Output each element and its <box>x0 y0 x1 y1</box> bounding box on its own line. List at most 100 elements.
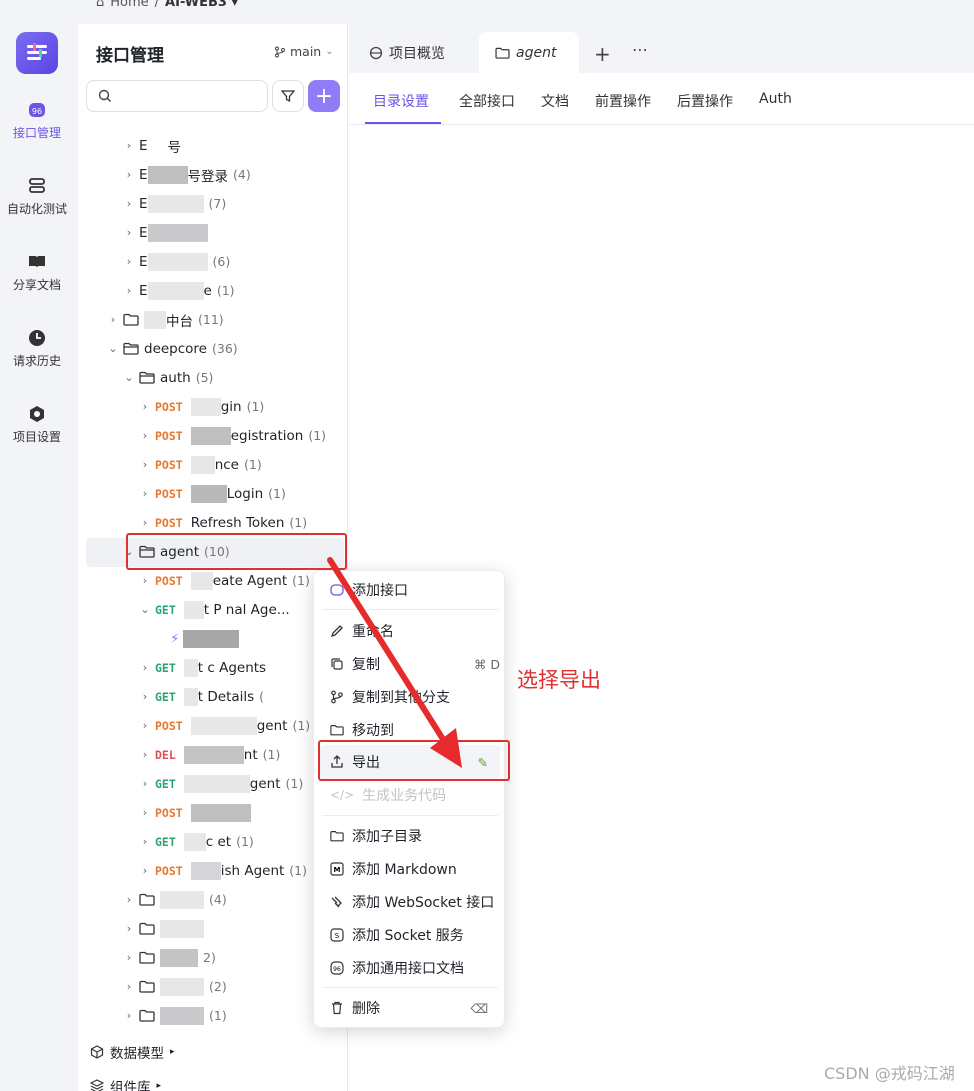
folder-name-tail: 号登录 <box>187 168 229 185</box>
rail-item-api[interactable]: 96 接口管理 <box>0 100 74 141</box>
subtab-all-apis[interactable]: 全部接口 <box>459 91 515 111</box>
endpoint-count: (1) <box>308 428 327 443</box>
method-badge: GET <box>155 602 176 617</box>
tree-folder-auth[interactable]: ⌄ auth (5) <box>122 363 213 392</box>
tree-folder[interactable]: › E (6) <box>122 247 230 276</box>
settings-icon <box>30 406 44 422</box>
endpoint-row[interactable]: › GET t Details ( <box>138 682 264 711</box>
redaction <box>160 1006 204 1025</box>
more-icon[interactable]: ⋯ <box>632 40 649 59</box>
endpoint-row[interactable]: › POST ish Agent (1) <box>138 856 307 885</box>
menu-add-websocket[interactable]: 添加 WebSocket 接口 <box>330 887 500 917</box>
folder-name-tail: 号 <box>167 139 182 156</box>
tree-folder[interactable]: › 2) <box>122 943 216 972</box>
breadcrumb: ⌂ Home / AI-WEB3 ▾ <box>96 0 238 10</box>
menu-rename[interactable]: 重命名 <box>330 616 500 646</box>
home-icon[interactable]: ⌂ <box>96 0 104 10</box>
menu-add-doc[interactable]: 96 添加通用接口文档 <box>330 953 500 983</box>
rail-item-automation[interactable]: 自动化测试 <box>0 176 74 217</box>
rail-item-settings[interactable]: 项目设置 <box>0 404 74 445</box>
api-icon <box>330 584 344 596</box>
redaction <box>190 484 227 503</box>
add-button[interactable]: + <box>308 80 340 112</box>
folder-count: (11) <box>198 312 224 327</box>
tree-folder-deepcore[interactable]: ⌄ deepcore (36) <box>106 334 237 363</box>
app-logo[interactable] <box>16 32 58 74</box>
caret-right-icon: ▸ <box>170 1047 175 1057</box>
redaction <box>147 223 208 242</box>
menu-generate-code[interactable]: </> 生成业务代码 <box>330 780 500 810</box>
endpoint-row[interactable]: › DEL nt (1) <box>138 740 280 769</box>
endpoint-row[interactable]: › GET c et (1) <box>138 827 254 856</box>
endpoint-row[interactable]: › POST gent (1) <box>138 711 310 740</box>
menu-label: 重命名 <box>352 624 394 640</box>
tree-folder[interactable]: › E e (1) <box>122 276 235 305</box>
chevron-right-icon: › <box>126 980 132 993</box>
tree-folder[interactable]: › (4) <box>122 885 227 914</box>
menu-add-subdir[interactable]: 添加子目录 <box>330 821 500 851</box>
breadcrumb-project[interactable]: AI-WEB3 ▾ <box>165 0 238 10</box>
subtab-directory-settings[interactable]: 目录设置 <box>373 91 429 111</box>
endpoint-row[interactable]: › POST <box>138 798 251 827</box>
tree-folder[interactable]: › 中台 (11) <box>106 305 224 334</box>
redaction <box>160 919 204 938</box>
endpoint-name: Refresh Token <box>190 514 285 531</box>
annotation-box-export <box>318 740 510 781</box>
endpoint-name: t P nal Age... <box>203 601 290 618</box>
redaction <box>183 745 244 764</box>
menu-add-api[interactable]: 添加接口 <box>330 575 500 605</box>
endpoint-row[interactable]: › POST Login (1) <box>138 479 286 508</box>
menu-divider <box>322 609 498 610</box>
branch-selector[interactable]: main ⌄ <box>274 44 334 59</box>
endpoint-row[interactable]: › POST nce (1) <box>138 450 262 479</box>
endpoint-row[interactable]: › POST gin (1) <box>138 392 264 421</box>
tree-folder[interactable]: › <box>122 914 209 943</box>
tree-folder[interactable]: › (2) <box>122 972 227 1001</box>
endpoint-count: (1) <box>246 399 265 414</box>
endpoint-row[interactable]: › GET gent (1) <box>138 769 303 798</box>
subtab-auth[interactable]: Auth <box>759 91 792 107</box>
tree-folder[interactable]: › E 号 <box>122 131 181 160</box>
folder-count: (4) <box>233 167 251 182</box>
tree-folder[interactable]: › E 号登录 (4) <box>122 160 251 189</box>
components-item[interactable]: 组件库 ▸ <box>90 1076 161 1091</box>
logo-icon <box>27 43 47 60</box>
folder-icon <box>495 47 510 59</box>
endpoint-row[interactable]: › POST egistration (1) <box>138 421 326 450</box>
tab-agent[interactable]: agent <box>479 32 579 73</box>
menu-label: 添加 Socket 服务 <box>352 928 464 944</box>
add-tab-icon[interactable]: + <box>594 42 611 66</box>
search-input[interactable] <box>86 80 268 112</box>
example-row[interactable]: ⚡ <box>170 624 240 653</box>
endpoint-row[interactable]: ⌄ GET t P nal Age... <box>138 595 290 624</box>
endpoint-row[interactable]: › GET t c Agents <box>138 653 266 682</box>
tree-folder[interactable]: › E <box>122 218 208 247</box>
folder-icon <box>139 893 155 906</box>
menu-add-markdown[interactable]: M 添加 Markdown <box>330 854 500 884</box>
menu-delete[interactable]: 删除 ⌫ <box>330 993 500 1023</box>
menu-copy[interactable]: 复制 ⌘ D <box>330 649 500 679</box>
folder-count: (1) <box>216 283 235 298</box>
folder-count: 2) <box>203 950 216 965</box>
subtab-pre-ops[interactable]: 前置操作 <box>595 91 651 111</box>
endpoint-name: gent <box>249 775 281 792</box>
filter-button[interactable] <box>272 80 304 112</box>
data-models-item[interactable]: 数据模型 ▸ <box>90 1042 175 1062</box>
tree-folder[interactable]: › (1) <box>122 1001 227 1030</box>
folder-plus-icon <box>330 831 344 842</box>
folder-count: (6) <box>212 254 231 269</box>
breadcrumb-home[interactable]: Home <box>110 0 148 10</box>
endpoint-row[interactable]: › POST eate Agent (1) <box>138 566 310 595</box>
tree-folder[interactable]: › E (7) <box>122 189 226 218</box>
rail-label: 自动化测试 <box>6 202 67 216</box>
rail-item-history[interactable]: 请求历史 <box>0 328 74 369</box>
magic-icon: ⚡ <box>170 630 180 647</box>
rail-item-share-docs[interactable]: 分享文档 <box>0 252 74 293</box>
redaction <box>183 629 240 648</box>
menu-copy-to-branch[interactable]: 复制到其他分支 <box>330 682 500 712</box>
subtab-post-ops[interactable]: 后置操作 <box>677 91 733 111</box>
chevron-right-icon: › <box>142 806 148 819</box>
subtab-docs[interactable]: 文档 <box>541 91 569 111</box>
tab-project-overview[interactable]: 项目概览 <box>353 32 461 73</box>
menu-add-socket[interactable]: S 添加 Socket 服务 <box>330 920 500 950</box>
